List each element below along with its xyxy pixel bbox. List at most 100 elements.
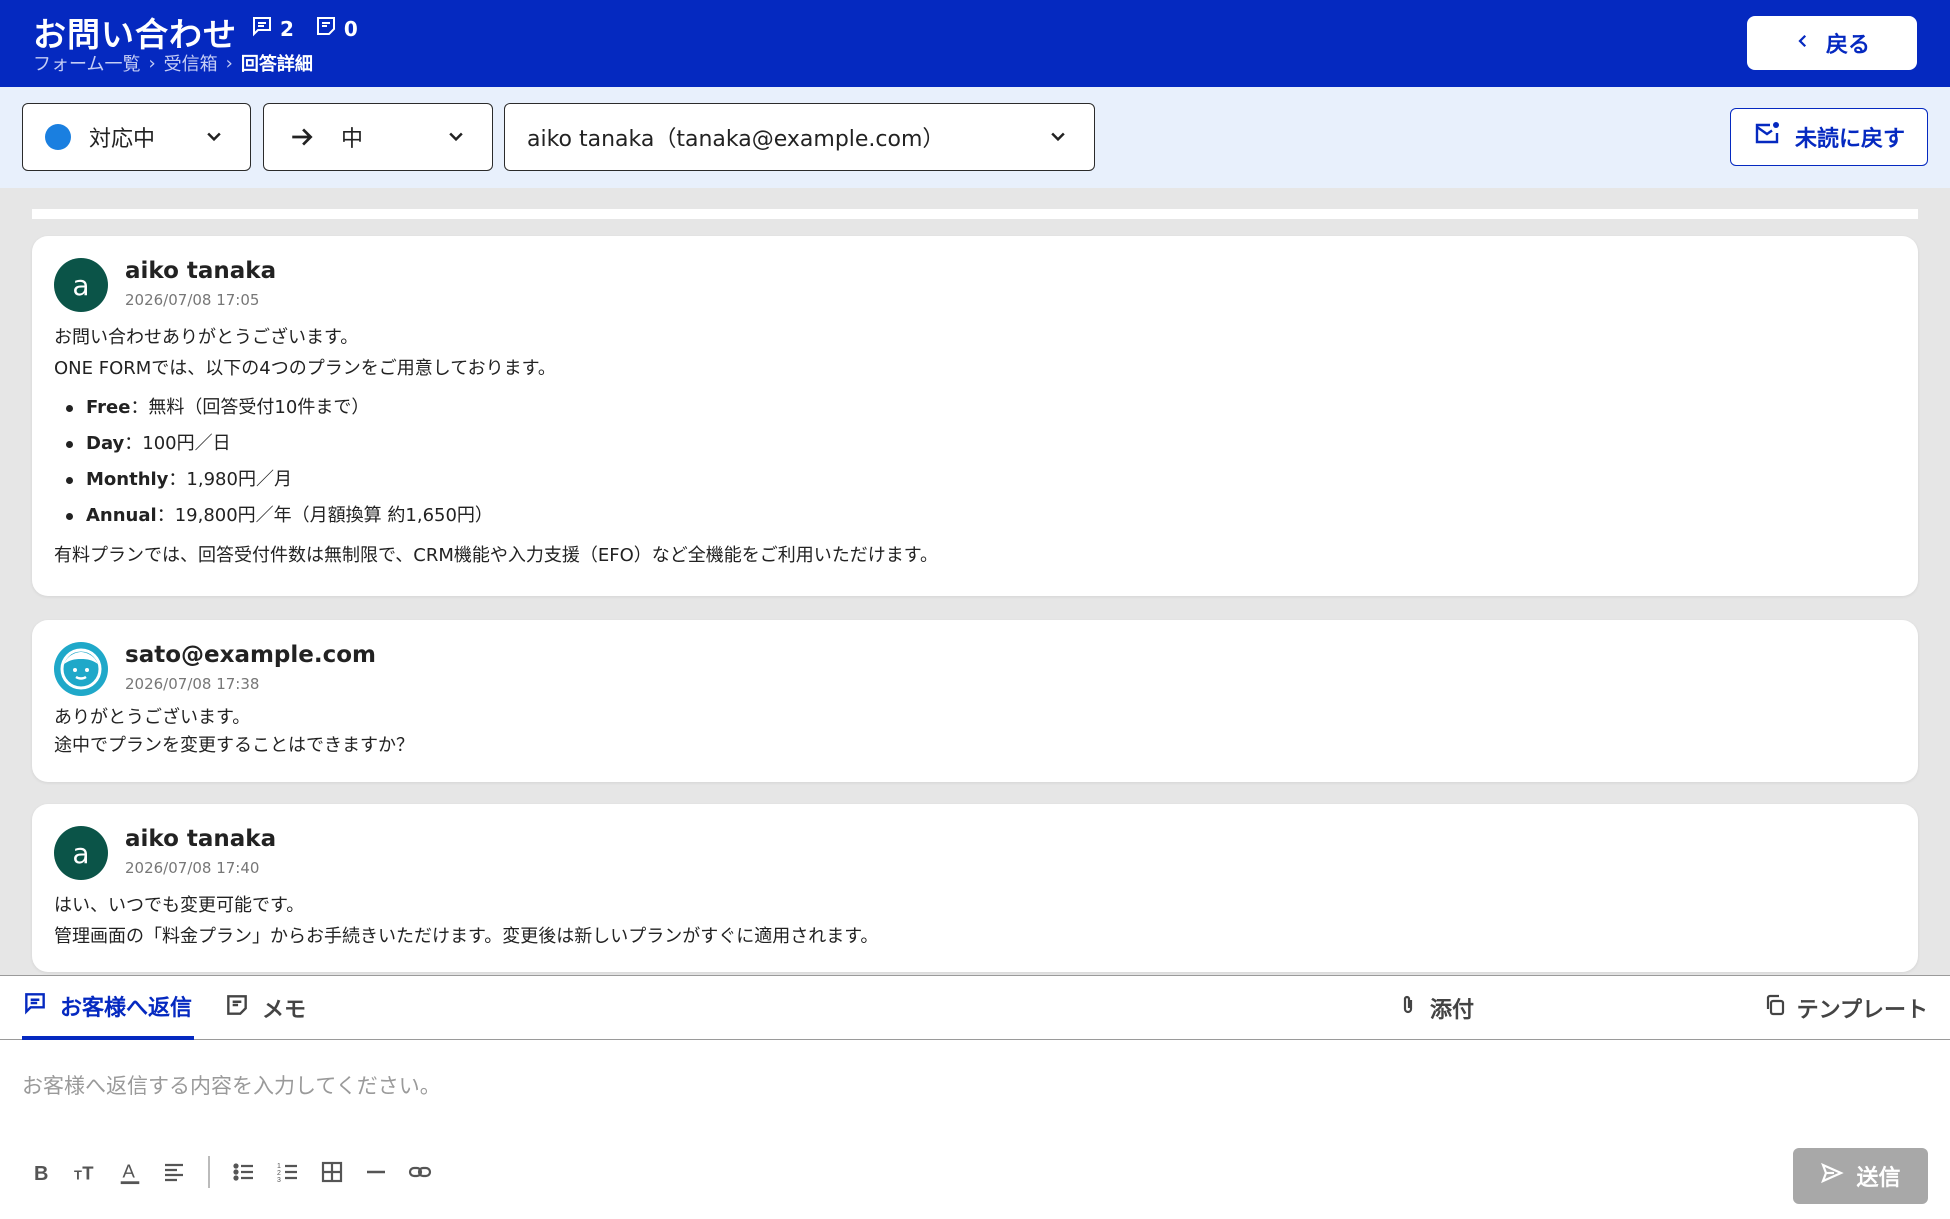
previous-message-edge [32,209,1918,219]
svg-text:2: 2 [277,1170,281,1177]
plan-desc: ：100円／日 [124,433,231,454]
template-label: テンプレート [1796,998,1928,1023]
status-dot-icon [45,124,71,150]
message-date: 2026/07/08 17:40 [125,859,260,877]
chevron-down-icon [449,132,463,142]
align-left-icon[interactable] [162,1158,186,1186]
message-body: お問い合わせありがとうございます。 ONE FORMでは、以下の4つのプランをご… [54,322,938,571]
reply-input[interactable] [22,1056,1922,1116]
assignee-value: aiko tanaka（tanaka@example.com） [527,127,945,152]
bold-icon[interactable]: B [30,1158,54,1186]
horizontal-rule-icon[interactable] [364,1158,388,1186]
comment-icon [250,14,274,43]
send-button[interactable]: 送信 [1793,1148,1928,1204]
plan-name: Free [86,397,131,418]
memo-count-value: 0 [343,16,358,41]
message-line: 管理画面の「料金プラン」からお手続きいただけます。変更後は新しいプランがすぐに適… [54,926,879,947]
memo-icon [314,14,338,43]
table-icon[interactable] [320,1158,344,1186]
svg-text:A: A [123,1161,136,1182]
priority-select[interactable]: 中 [263,103,493,171]
paperclip-icon [1396,993,1420,1023]
header-counts: 2 0 [250,14,358,43]
status-select[interactable]: 対応中 [22,103,251,171]
template-button[interactable]: テンプレート [1763,976,1928,1040]
plan-list: Free：無料（回答受付10件まで） Day：100円／日 Monthly：1,… [54,390,938,534]
message-body: ありがとうございます。 途中でプランを変更することはできますか？ [54,704,414,760]
avatar: a [54,258,108,312]
format-toolbar: B TT A 123 [30,1156,432,1188]
chevron-right-icon: › [148,52,156,74]
plan-name: Monthly [86,469,169,490]
plan-desc: ：無料（回答受付10件まで） [130,397,370,418]
sender-name: sato@example.com [125,642,377,668]
link-icon[interactable] [408,1158,432,1186]
breadcrumb-inbox[interactable]: 受信箱 [164,50,218,76]
mark-unread-label: 未読に戻す [1794,127,1905,152]
message-body: はい、いつでも変更可能です。 管理画面の「料金プラン」からお手続きいただけます。… [54,890,878,952]
chevron-left-icon [1794,31,1812,56]
list-item: Free：無料（回答受付10件まで） [54,390,938,426]
comment-count: 2 [250,14,294,43]
chevron-down-icon [1051,132,1065,142]
message-card: sato@example.com 2026/07/08 17:38 ありがとうご… [32,620,1918,782]
list-item: Annual：19,800円／年（月額換算 約1,650円） [54,498,938,534]
plan-name: Day [86,433,125,454]
back-label: 戻る [1825,33,1870,58]
copy-icon [1763,993,1787,1023]
breadcrumb-current: 回答詳細 [240,54,313,75]
memo-count: 0 [314,14,358,43]
comment-icon [22,990,48,1022]
font-size-icon[interactable]: TT [74,1158,98,1186]
avatar-face-icon [54,642,108,696]
svg-text:T: T [82,1162,94,1183]
message-line: 有料プランでは、回答受付件数は無制限で、CRM機能や入力支援（EFO）など全機能… [54,545,938,566]
tab-memo[interactable]: メモ [224,976,306,1040]
message-line: 途中でプランを変更することはできますか？ [54,735,414,756]
numbered-list-icon[interactable]: 123 [276,1158,300,1186]
message-line: はい、いつでも変更可能です。 [54,895,305,916]
tab-memo-label: メモ [262,998,307,1023]
message-date: 2026/07/08 17:05 [125,291,260,309]
plan-desc: ：19,800円／年（月額換算 約1,650円） [156,505,493,526]
avatar: a [54,826,108,880]
svg-text:3: 3 [277,1177,281,1184]
attach-label: 添付 [1429,998,1474,1023]
tab-reply-label: お客様へ返信 [60,996,193,1021]
bullet-list-icon[interactable] [232,1158,256,1186]
sender-name: aiko tanaka [125,826,277,852]
message-line: ONE FORMでは、以下の4つのプランをご用意しております。 [54,358,556,379]
comment-count-value: 2 [280,16,294,41]
send-icon [1820,1161,1845,1191]
message-card: a aiko tanaka 2026/07/08 17:40 はい、いつでも変更… [32,804,1918,972]
breadcrumb-form-list[interactable]: フォーム一覧 [33,50,140,76]
send-label: 送信 [1856,1166,1901,1191]
message-card: a aiko tanaka 2026/07/08 17:05 お問い合わせありが… [32,236,1918,596]
breadcrumb: フォーム一覧 › 受信箱 › 回答詳細 [33,50,313,76]
mark-unread-button[interactable]: 未読に戻す [1730,108,1928,166]
priority-value: 中 [341,127,364,152]
chevron-right-icon: › [225,52,233,74]
svg-text:B: B [34,1163,48,1185]
plan-desc: ：1,980円／月 [168,469,292,490]
message-line: お問い合わせありがとうございます。 [54,327,359,348]
detail-toolbar: 対応中 中 aiko tanaka（tanaka@example.com） 未読… [0,87,1950,188]
arrow-right-icon [292,128,313,146]
page-title: お問い合わせ [33,15,237,54]
mail-icon [1753,120,1781,154]
status-value: 対応中 [89,127,156,152]
back-button[interactable]: 戻る [1747,16,1917,70]
message-line: ありがとうございます。 [54,707,251,728]
svg-text:1: 1 [277,1163,281,1170]
message-thread[interactable]: a aiko tanaka 2026/07/08 17:05 お問い合わせありが… [0,188,1950,975]
text-color-icon[interactable]: A [118,1158,142,1186]
list-item: Day：100円／日 [54,426,938,462]
toolbar-divider [208,1156,210,1188]
page-header: お問い合わせ 2 0 フォーム一覧 › 受信箱 › 回答詳細 戻る [0,0,1950,87]
assignee-select[interactable]: aiko tanaka（tanaka@example.com） [504,103,1095,171]
attach-button[interactable]: 添付 [1396,976,1474,1040]
tab-reply-to-customer[interactable]: お客様へ返信 [22,976,195,1040]
chevron-down-icon [207,132,221,142]
message-date: 2026/07/08 17:38 [125,675,260,693]
reply-panel: お客様へ返信 メモ 添付 テンプレート B TT A 123 [0,975,1950,1219]
